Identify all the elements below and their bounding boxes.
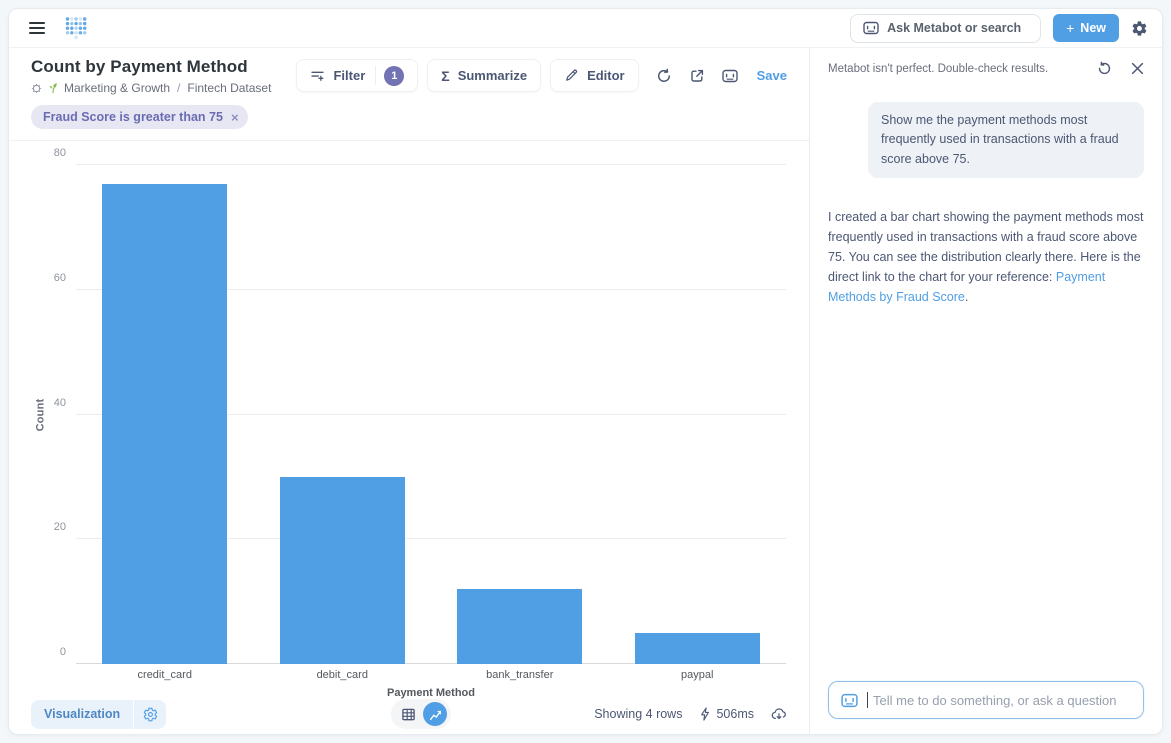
category-band xyxy=(254,165,432,664)
text-cursor xyxy=(867,692,868,708)
filter-pill[interactable]: Fraud Score is greater than 75 × xyxy=(31,105,248,129)
y-tick-label: 0 xyxy=(59,646,66,658)
x-tick-label: debit_card xyxy=(316,669,368,681)
new-button[interactable]: + New xyxy=(1053,14,1119,42)
bot-message: I created a bar chart showing the paymen… xyxy=(828,207,1144,307)
filter-icon xyxy=(310,68,325,83)
question-footer: Visualization Showing 4 rows 506ms xyxy=(9,694,809,734)
download-results-icon[interactable] xyxy=(771,707,787,721)
plus-icon: + xyxy=(1066,20,1075,36)
viz-type-toggle xyxy=(391,699,451,729)
breadcrumb-dataset[interactable]: Fintech Dataset xyxy=(187,81,271,95)
share-icon[interactable] xyxy=(689,68,705,84)
chart-view-icon[interactable] xyxy=(423,702,447,726)
x-tick-labels: credit_card debit_card bank_transfer paypal xyxy=(76,669,786,681)
visualization-button[interactable]: Visualization xyxy=(31,699,134,729)
filter-pill-label: Fraud Score is greater than 75 xyxy=(43,110,223,124)
remove-filter-icon[interactable]: × xyxy=(231,111,239,124)
bar-credit_card[interactable] xyxy=(102,183,228,664)
close-sidebar-icon[interactable] xyxy=(1131,62,1144,75)
global-search-input[interactable]: Ask Metabot or search xyxy=(850,13,1042,43)
metabot-disclaimer: Metabot isn't perfect. Double-check resu… xyxy=(828,62,1049,75)
x-tick-label: paypal xyxy=(681,669,714,681)
y-tick-label: 20 xyxy=(53,521,66,534)
visualization-canvas: Count credit_card debit_card bank_transfer… xyxy=(9,141,809,699)
y-axis-title: Count xyxy=(34,398,47,431)
visualization-settings-gear-icon[interactable] xyxy=(134,699,167,729)
bar-bank_transfer[interactable] xyxy=(457,589,583,664)
metabase-logo-icon[interactable] xyxy=(65,16,87,40)
x-tick-label: bank_transfer xyxy=(486,669,554,681)
sigma-icon: Σ xyxy=(441,67,450,84)
bot-message-text-end: . xyxy=(964,290,969,305)
reset-conversation-icon[interactable] xyxy=(1097,61,1112,76)
save-button[interactable]: Save xyxy=(757,68,787,83)
bar-series xyxy=(76,165,786,664)
category-band xyxy=(431,165,609,664)
collection-badge-icon xyxy=(31,83,42,94)
table-view-icon[interactable] xyxy=(401,707,416,722)
metabot-input-icon xyxy=(841,693,858,708)
breadcrumb[interactable]: Marketing & Growth / Fintech Dataset xyxy=(31,81,271,95)
question-toolbar: Filter 1 Σ Summarize Editor Save xyxy=(296,59,787,92)
sprout-icon xyxy=(47,82,59,94)
breadcrumb-collection[interactable]: Marketing & Growth xyxy=(64,81,170,95)
sidebar-toggle-icon[interactable] xyxy=(29,22,45,34)
conversation-area: Show me the payment methods most frequen… xyxy=(810,86,1162,681)
metabot-sidebar: Metabot isn't perfect. Double-check resu… xyxy=(809,48,1162,734)
summarize-button[interactable]: Σ Summarize xyxy=(427,59,542,92)
y-tick-label: 60 xyxy=(53,271,66,284)
search-placeholder: Ask Metabot or search xyxy=(887,21,1022,35)
page-title: Count by Payment Method xyxy=(31,57,248,76)
metabot-prompt-input[interactable]: Tell me to do something, or ask a questi… xyxy=(828,681,1144,719)
breadcrumb-separator: / xyxy=(177,81,181,95)
category-band xyxy=(609,165,787,664)
settings-gear-icon[interactable] xyxy=(1131,20,1148,37)
filter-button[interactable]: Filter 1 xyxy=(296,59,419,92)
metabot-toolbar-icon[interactable] xyxy=(721,69,738,83)
plot-area: Count credit_card debit_card bank_transfer… xyxy=(34,147,786,699)
question-pane: Count by Payment Method Marketing & Grow… xyxy=(9,48,809,734)
bar-debit_card[interactable] xyxy=(279,476,405,664)
app-window: Ask Metabot or search + New Count by Pay… xyxy=(8,8,1163,735)
x-tick-label: credit_card xyxy=(137,669,192,681)
notebook-pen-icon xyxy=(564,68,579,83)
user-message-bubble: Show me the payment methods most frequen… xyxy=(868,102,1144,179)
y-tick-label: 40 xyxy=(53,396,66,409)
refresh-icon[interactable] xyxy=(656,68,672,84)
input-placeholder: Tell me to do something, or ask a questi… xyxy=(873,692,1117,708)
y-tick-label: 80 xyxy=(53,147,66,159)
app-header: Ask Metabot or search + New xyxy=(9,9,1162,48)
metabot-icon xyxy=(863,21,879,35)
category-band xyxy=(76,165,254,664)
filter-bar: Fraud Score is greater than 75 × xyxy=(9,100,809,141)
lightning-icon xyxy=(699,707,711,721)
editor-button[interactable]: Editor xyxy=(550,59,639,92)
row-count-status: Showing 4 rows xyxy=(594,707,683,721)
filter-count-badge[interactable]: 1 xyxy=(384,65,405,86)
query-duration-status: 506ms xyxy=(699,707,754,721)
bar-paypal[interactable] xyxy=(634,632,760,664)
filter-button-divider xyxy=(375,66,377,85)
